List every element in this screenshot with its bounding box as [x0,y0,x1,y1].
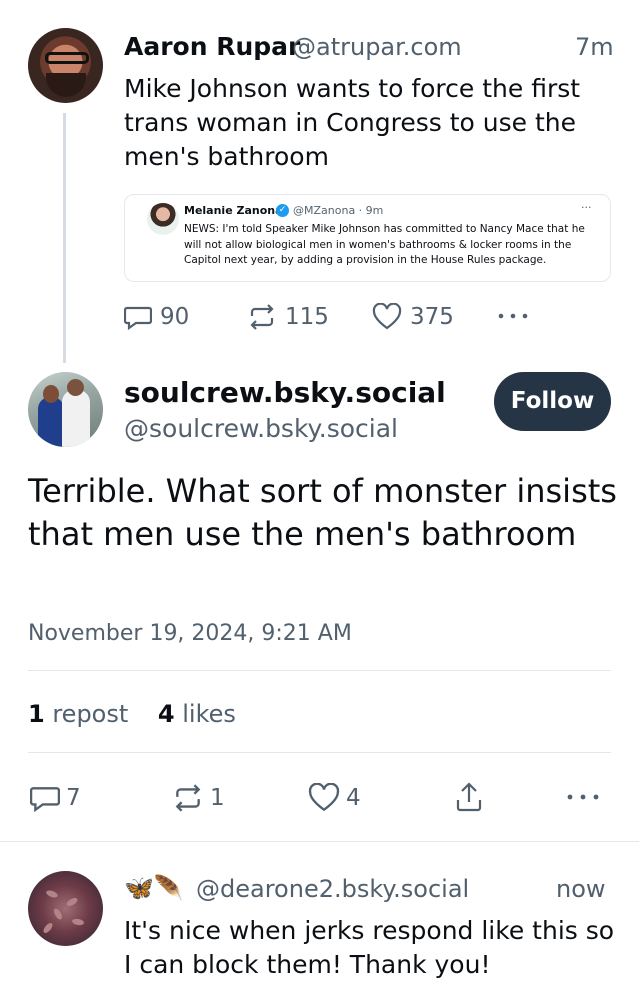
photo-person [62,390,90,447]
author-name[interactable]: Aaron Rupar [124,32,300,61]
repost-button[interactable]: 1 [172,783,225,813]
repost-button[interactable]: 115 [247,303,329,331]
more-button[interactable] [566,787,600,807]
likes-link[interactable]: 4 likes [158,700,236,728]
thread-line [63,113,66,363]
more-button[interactable] [497,306,529,326]
photo-head [67,379,84,396]
engagement-counts: 1 repost 4 likes [28,700,236,728]
post-text: Mike Johnson wants to force the first tr… [124,74,581,171]
avatar[interactable] [28,871,103,946]
repost-icon [175,784,201,812]
like-button[interactable]: 4 [308,783,361,813]
repost-icon [250,304,274,330]
reply-count: 7 [66,785,81,811]
share-button[interactable] [454,781,484,813]
reply-button[interactable]: 7 [30,783,81,813]
author-handle[interactable]: @soulcrew.bsky.social [124,414,398,443]
embed-avatar [147,203,179,235]
more-icon [567,794,599,800]
photo-head [43,385,59,403]
divider [0,841,639,842]
photo-person [38,397,64,447]
glasses-detail [45,52,89,64]
divider [28,670,611,671]
like-button[interactable]: 375 [372,303,454,331]
like-count: 4 [346,785,361,811]
author-name-emoji[interactable]: 🦋🪶 [124,874,184,902]
reply-button[interactable]: 90 [124,303,189,331]
like-count: 375 [410,304,454,330]
leaf-detail [45,889,59,899]
author-handle[interactable]: @dearone2.bsky.social [196,875,469,903]
embed-author-handle: @MZanona · 9m [293,204,384,217]
verified-icon: ✓ [276,204,289,217]
avatar[interactable] [28,372,103,447]
beard-detail [46,73,86,97]
like-icon [308,783,340,812]
more-icon [498,313,528,319]
embedded-post[interactable]: Melanie Zanona ✓ @MZanona · 9m ··· NEWS:… [124,194,611,282]
leaf-detail [65,896,79,908]
like-icon [372,303,402,330]
leaf-detail [41,921,55,935]
leaf-detail [71,918,85,926]
embed-text: NEWS: I'm told Speaker Mike Johnson has … [184,223,585,266]
more-icon: ··· [581,201,592,214]
repost-count: 1 [210,785,225,811]
post-time[interactable]: now [556,875,606,903]
follow-button[interactable]: Follow [494,372,611,431]
author-name[interactable]: soulcrew.bsky.social [124,376,446,409]
reply-icon [124,306,152,331]
reposts-link[interactable]: 1 repost [28,700,128,728]
divider [28,752,611,753]
post-text: It's nice when jerks respond like this s… [124,916,615,979]
author-handle[interactable]: @atrupar.com [292,33,462,61]
reply-count: 90 [160,304,190,330]
post-time[interactable]: 7m [575,33,614,61]
avatar[interactable] [28,28,103,103]
leaf-detail [52,907,64,921]
repost-count: 115 [285,304,329,330]
embed-author-name: Melanie Zanona [184,204,283,217]
reply-icon [30,787,60,813]
post-date: November 19, 2024, 9:21 AM [28,621,352,646]
share-icon [456,782,482,812]
post-text: Terrible. What sort of monster insists t… [28,472,617,553]
